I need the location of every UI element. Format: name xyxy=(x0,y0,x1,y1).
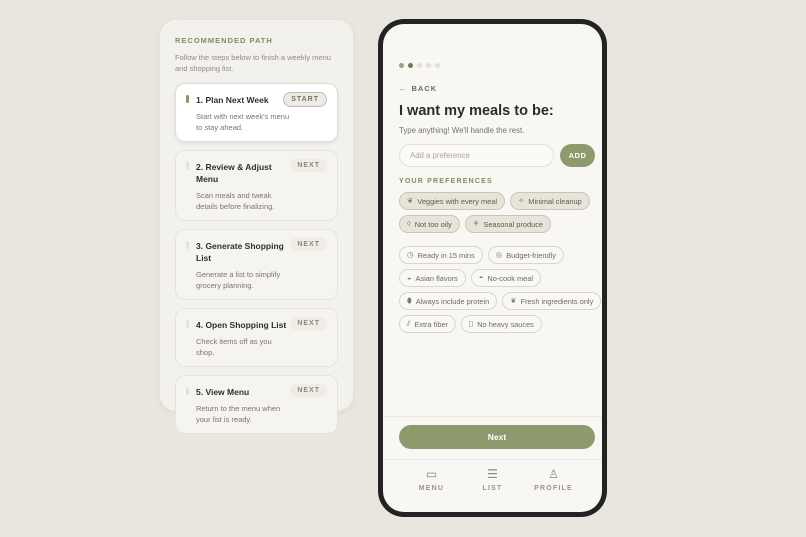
back-button[interactable]: ← BACK xyxy=(399,84,437,93)
preference-input-row: ADD xyxy=(399,144,595,167)
phone-screen: ← BACK I want my meals to be: Type anyth… xyxy=(383,24,602,512)
start-button[interactable]: START xyxy=(283,92,327,107)
step-4[interactable]: 4. Open Shopping List Check items off as… xyxy=(175,308,338,367)
sprout-icon: ⚘ xyxy=(472,219,480,229)
step-indicator xyxy=(186,95,189,103)
chip-label: Extra fiber xyxy=(414,319,449,329)
add-button[interactable]: ADD xyxy=(560,144,595,167)
step-1[interactable]: 1. Plan Next Week Start with next week's… xyxy=(175,83,338,142)
chip-seasonal-produce[interactable]: ⚘ Seasonal produce xyxy=(464,215,552,233)
chip-label: Ready in 15 mins xyxy=(417,250,475,260)
chip-label: Seasonal produce xyxy=(483,219,544,229)
nav-label: MENU xyxy=(418,485,445,492)
chip-ready-15[interactable]: ◷ Ready in 15 mins xyxy=(399,246,483,264)
step-indicator xyxy=(186,320,189,328)
leaf-icon: ❦ xyxy=(510,296,517,306)
chip-spacer xyxy=(399,238,602,241)
drop-icon: ◊ xyxy=(407,219,411,229)
chip-label: Asian flavors xyxy=(415,273,458,283)
back-label: BACK xyxy=(411,84,438,93)
chip-label: Veggies with every meal xyxy=(417,196,497,206)
page-title: I want my meals to be: xyxy=(399,103,554,119)
step-indicator xyxy=(186,241,189,249)
step-description: Return to the menu when your list is rea… xyxy=(196,404,281,424)
arrow-left-icon: ← xyxy=(399,84,408,93)
nav-item-menu[interactable]: ▭ MENU xyxy=(407,468,457,512)
step-title: 2. Review & Adjust Menu xyxy=(196,162,272,184)
nav-label: PROFILE xyxy=(534,485,573,492)
chip-no-sauces[interactable]: ▯ No heavy sauces xyxy=(461,315,542,333)
chip-label: No-cook meal xyxy=(487,273,533,283)
leaf-icon: ❦ xyxy=(407,196,414,206)
chip-fiber[interactable]: ⫽ Extra fiber xyxy=(399,315,457,333)
nav-item-profile[interactable]: ♙ PROFILE xyxy=(529,468,579,512)
chip-no-cook[interactable]: ◓ No-cook meal xyxy=(470,269,541,287)
step-description: Generate a list to simplify grocery plan… xyxy=(196,270,281,290)
grain-icon: ⫽ xyxy=(407,319,411,329)
timer-icon: ◷ xyxy=(407,250,414,260)
chip-protein[interactable]: ⬮ Always include protein xyxy=(399,292,498,310)
chip-fresh[interactable]: ❦ Fresh ingredients only xyxy=(502,292,602,310)
preferences-label: YOUR PREFERENCES xyxy=(399,178,493,185)
checklist-icon: ☰ xyxy=(487,467,498,481)
step-description: Start with next week's menu to stay ahea… xyxy=(196,112,290,132)
chip-asian[interactable]: ◒ Asian flavors xyxy=(399,269,466,287)
chip-budget[interactable]: ◎ Budget-friendly xyxy=(487,246,564,264)
chip-label: Minimal cleanup xyxy=(528,196,582,206)
chip-label: No heavy sauces xyxy=(477,319,534,329)
progress-dot xyxy=(417,63,422,68)
phone-frame: ← BACK I want my meals to be: Type anyth… xyxy=(378,19,607,517)
next-button[interactable]: Next xyxy=(399,425,595,449)
path-title: RECOMMENDED PATH xyxy=(175,36,273,45)
progress-dots xyxy=(399,63,440,68)
step-badge: NEXT xyxy=(290,384,327,397)
preference-chips: ❦ Veggies with every meal ✧ Minimal clea… xyxy=(399,192,602,333)
step-2[interactable]: 2. Review & Adjust Menu Scan meals and t… xyxy=(175,150,338,221)
chip-label: Budget-friendly xyxy=(506,250,556,260)
progress-dot xyxy=(399,63,404,68)
coins-icon: ◎ xyxy=(495,250,503,260)
step-title: 5. View Menu xyxy=(196,387,250,397)
step-title: 1. Plan Next Week xyxy=(196,95,269,105)
progress-dot xyxy=(408,63,413,68)
bottom-nav: ▭ MENU ☰ LIST ♙ PROFILE xyxy=(383,459,602,512)
chip-label: Fresh ingredients only xyxy=(520,296,594,306)
sparkle-icon: ✧ xyxy=(518,196,525,206)
path-subtitle: Follow the steps below to finish a weekl… xyxy=(175,53,331,73)
progress-dot xyxy=(435,63,440,68)
user-icon: ♙ xyxy=(548,467,559,481)
step-indicator xyxy=(186,162,189,170)
step-3[interactable]: 3. Generate Shopping List Generate a lis… xyxy=(175,229,338,300)
step-description: Check items off as you shop. xyxy=(196,337,272,357)
divider xyxy=(383,416,602,417)
step-badge: NEXT xyxy=(290,317,327,330)
salad-icon: ◓ xyxy=(478,273,484,283)
steps-list: 1. Plan Next Week Start with next week's… xyxy=(175,83,338,434)
chip-label: Not too oily xyxy=(414,219,452,229)
egg-icon: ⬮ xyxy=(407,296,412,306)
preference-input[interactable] xyxy=(399,144,554,167)
jar-icon: ▯ xyxy=(469,319,474,329)
book-icon: ▭ xyxy=(425,467,438,481)
recommended-path-card: RECOMMENDED PATH Follow the steps below … xyxy=(160,20,353,434)
step-badge: NEXT xyxy=(290,159,327,172)
step-title: 4. Open Shopping List xyxy=(196,320,287,330)
step-description: Scan meals and tweak details before fina… xyxy=(196,191,275,211)
step-indicator xyxy=(186,387,189,395)
nav-item-list[interactable]: ☰ LIST xyxy=(468,468,518,512)
chip-veggies[interactable]: ❦ Veggies with every meal xyxy=(399,192,505,210)
step-title: 3. Generate Shopping List xyxy=(196,241,284,263)
step-badge: NEXT xyxy=(290,238,327,251)
chip-not-too-oily[interactable]: ◊ Not too oily xyxy=(399,215,460,233)
bowl-icon: ◒ xyxy=(407,273,412,283)
chip-minimal-cleanup[interactable]: ✧ Minimal cleanup xyxy=(510,192,590,210)
step-5[interactable]: 5. View Menu Return to the menu when you… xyxy=(175,375,338,434)
nav-label: LIST xyxy=(482,485,503,492)
progress-dot xyxy=(426,63,431,68)
chip-label: Always include protein xyxy=(415,296,490,306)
page-subtitle: Type anything! We'll handle the rest. xyxy=(399,126,525,135)
